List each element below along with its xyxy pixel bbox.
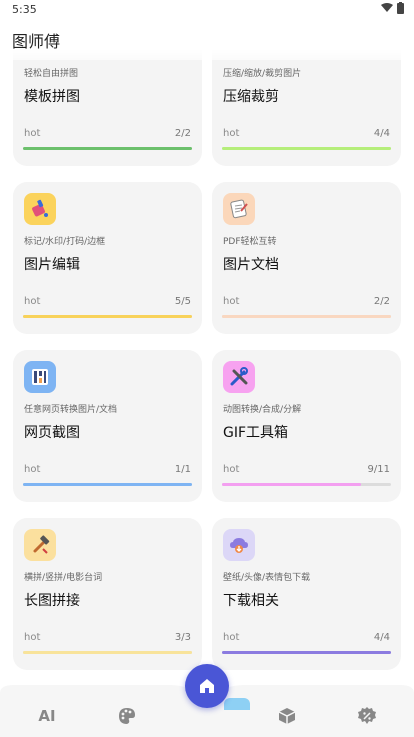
card-title: 模板拼图 [24,89,80,105]
box-icon [278,708,296,724]
card-progress [23,651,192,654]
card-subtitle: 压缩/缩放/裁剪图片 [223,69,302,79]
card-progress [222,147,391,150]
card-progress [23,483,192,486]
card-progress-fill [222,651,391,654]
webpage-icon [24,361,56,393]
card-title: 长图拼接 [24,593,80,609]
card-title: 下载相关 [223,593,279,609]
card-hot-label: hot [223,296,240,307]
app-title: 图师傅 [12,32,61,51]
card-progress-fill [23,651,192,654]
card-hot-label: hot [223,464,240,475]
document-icon [223,193,255,225]
card-count: 2/2 [174,128,191,139]
card-subtitle: 轻松自由拼图 [24,69,79,79]
card-count: 4/4 [373,632,390,643]
nav-box[interactable] [267,701,307,731]
card-hot-label: hot [223,632,240,643]
card-count: 4/4 [373,128,390,139]
nav-settings[interactable] [347,701,387,731]
card-subtitle: 壁纸/头像/表情包下载 [223,573,311,583]
palette-icon [119,708,135,724]
card-count: 1/1 [174,464,191,475]
card-title: GIF工具箱 [223,425,289,441]
nav-ai[interactable]: AI [27,701,67,731]
card-subtitle: PDF轻松互转 [223,237,277,247]
card-progress [222,315,391,318]
card-count: 2/2 [373,296,390,307]
card-progress-fill [23,147,192,150]
card-progress-fill [23,483,192,486]
tool-grid[interactable]: 轻松自由拼图 模板拼图 hot 2/2 压缩/缩放/裁剪图片 压缩裁剪 hot … [0,0,414,737]
card-title: 网页截图 [24,425,80,441]
card-subtitle: 标记/水印/打码/边框 [24,237,106,247]
card-long-image-stitch[interactable]: 横拼/竖拼/电影台词 长图拼接 hot 3/3 [13,518,202,670]
card-download[interactable]: 壁纸/头像/表情包下载 下载相关 hot 4/4 [212,518,401,670]
decorative-blip [224,698,250,710]
card-subtitle: 动图转换/合成/分解 [223,405,302,415]
card-count: 3/3 [174,632,191,643]
card-progress [222,651,391,654]
cloud-download-icon [223,529,255,561]
card-count: 5/5 [174,296,191,307]
card-subtitle: 横拼/竖拼/电影台词 [24,573,103,583]
card-image-document[interactable]: PDF轻松互转 图片文档 hot 2/2 [212,182,401,334]
card-count: 9/11 [367,464,390,475]
app-bar: 图师傅 [0,18,414,60]
card-subtitle: 任意网页转换图片/文档 [24,405,118,415]
card-webpage-screenshot[interactable]: 任意网页转换图片/文档 网页截图 hot 1/1 [13,350,202,502]
status-time: 5:35 [12,3,37,16]
status-bar-overlay: 5:35 [0,0,414,20]
hammer-icon [24,529,56,561]
card-hot-label: hot [223,128,240,139]
card-progress-fill [222,147,391,150]
card-image-edit[interactable]: 标记/水印/打码/边框 图片编辑 hot 5/5 [13,182,202,334]
paint-bucket-icon [24,193,56,225]
card-hot-label: hot [24,464,41,475]
card-hot-label: hot [24,632,41,643]
home-button[interactable] [185,664,229,708]
card-title: 压缩裁剪 [223,89,279,105]
card-progress [222,483,391,486]
card-gif-toolbox[interactable]: 动图转换/合成/分解 GIF工具箱 hot 9/11 [212,350,401,502]
card-progress [23,147,192,150]
card-title: 图片编辑 [24,257,80,273]
battery-icon [397,2,404,14]
card-progress-fill [222,315,391,318]
wifi-icon [381,3,393,12]
card-title: 图片文档 [223,257,279,273]
home-icon [200,679,214,693]
status-icons [381,2,404,14]
card-progress-fill [222,483,361,486]
card-progress-fill [23,315,192,318]
tools-icon [223,361,255,393]
nav-palette[interactable] [107,701,147,731]
card-progress [23,315,192,318]
card-hot-label: hot [24,128,41,139]
settings-icon [358,707,376,724]
card-hot-label: hot [24,296,41,307]
ai-icon: AI [38,707,56,725]
